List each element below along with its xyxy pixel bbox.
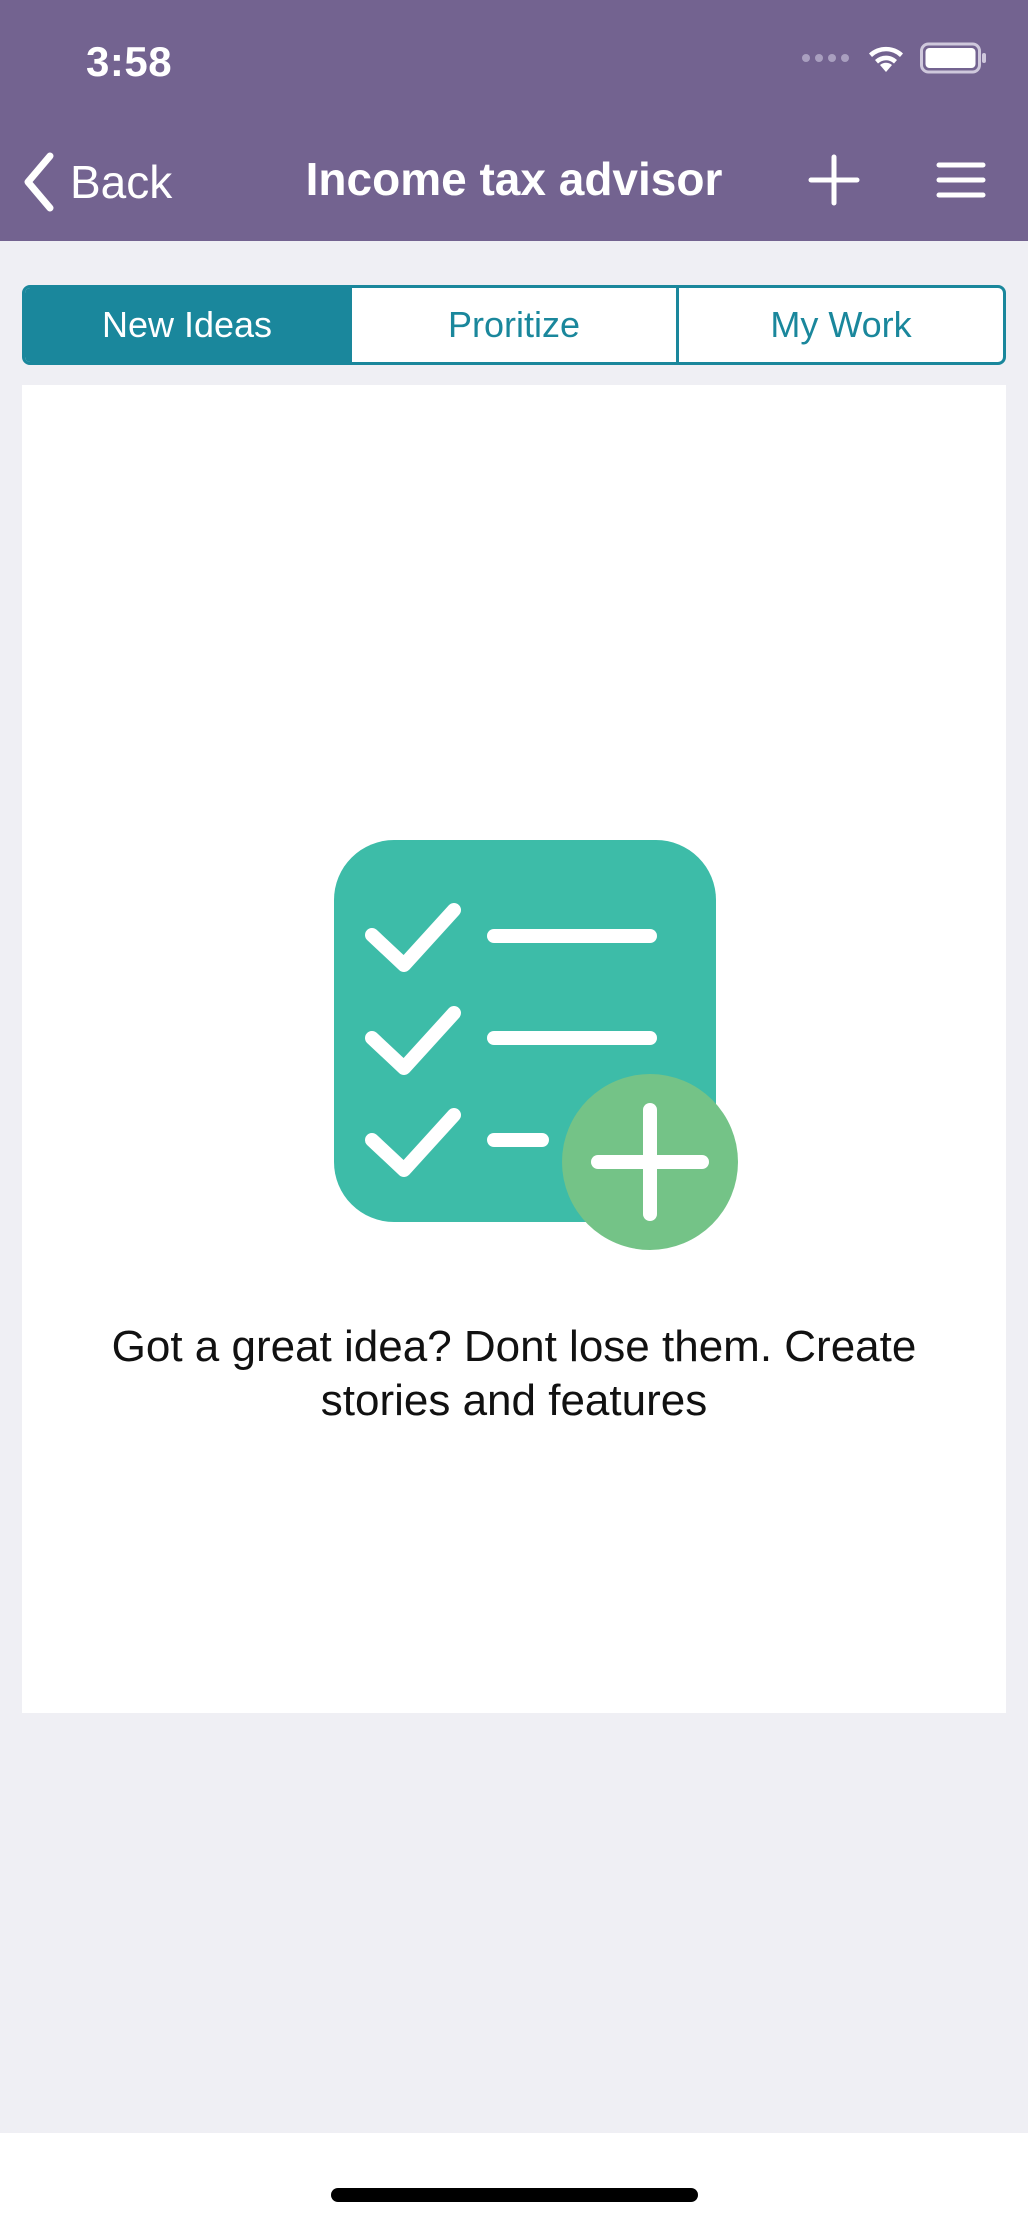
- wifi-icon: [869, 46, 903, 72]
- home-indicator-area: [0, 2133, 1028, 2227]
- home-indicator[interactable]: [331, 2188, 698, 2202]
- tab-my-work[interactable]: My Work: [676, 288, 1003, 362]
- hamburger-menu-icon: [936, 162, 986, 198]
- navigation-header: 3:58 Back Income tax advisor: [0, 0, 1028, 241]
- checklist-add-icon: [334, 840, 738, 1250]
- cellular-signal-icon: [802, 54, 849, 62]
- status-icons: [800, 42, 988, 74]
- back-label: Back: [70, 156, 173, 208]
- chevron-left-icon: [24, 152, 54, 212]
- tab-proritize[interactable]: Proritize: [349, 288, 676, 362]
- empty-state-message: Got a great idea? Dont lose them. Create…: [111, 1322, 917, 1425]
- segmented-control: New Ideas Proritize My Work: [22, 285, 1006, 365]
- add-button[interactable]: [808, 154, 860, 206]
- menu-button[interactable]: [936, 160, 986, 200]
- tab-new-ideas[interactable]: New Ideas: [25, 288, 349, 362]
- battery-icon: [920, 42, 986, 74]
- plus-icon: [808, 154, 860, 206]
- nav-bar: Back Income tax advisor: [0, 140, 1028, 222]
- status-time: 3:58: [86, 38, 173, 85]
- back-button[interactable]: Back: [22, 152, 172, 212]
- empty-state-card: Got a great idea? Dont lose them. Create…: [22, 385, 1006, 1713]
